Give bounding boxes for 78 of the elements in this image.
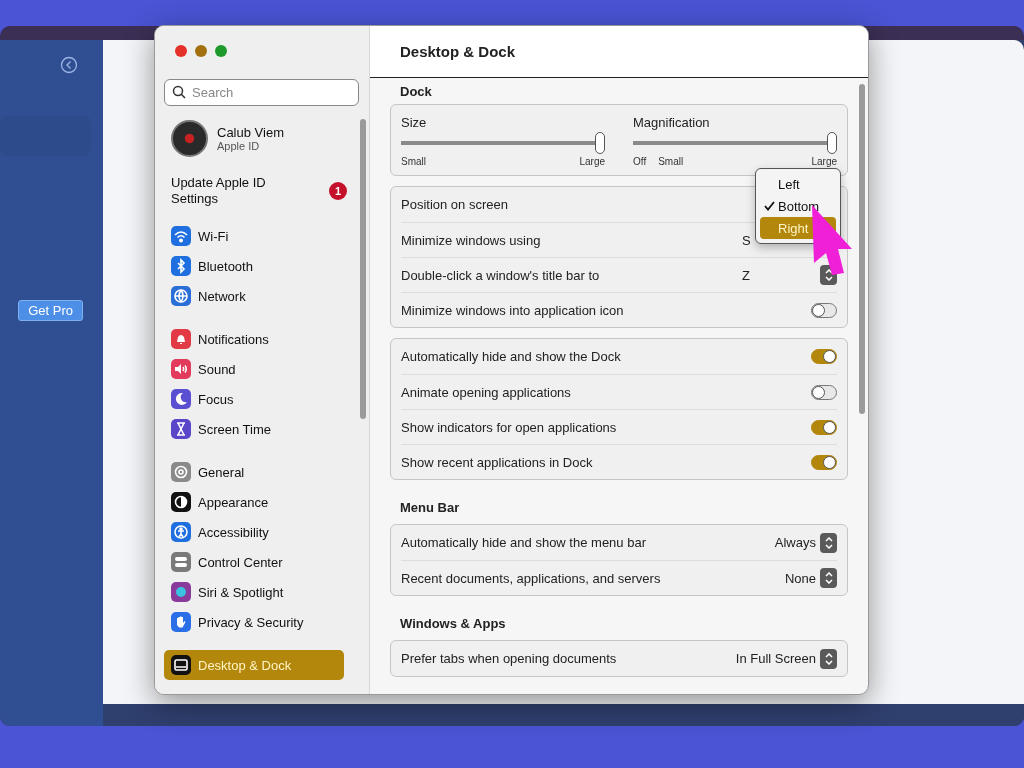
zoom-button[interactable] (215, 45, 227, 57)
slider-thumb[interactable] (595, 132, 605, 154)
section-title: Dock (400, 82, 433, 101)
setting-label: Prefer tabs when opening documents (401, 651, 617, 666)
sidebar-item[interactable]: Screen Time (164, 414, 344, 444)
window-title: Desktop & Dock (400, 43, 516, 60)
sidebar-item[interactable]: Accessibility (164, 517, 344, 547)
toggle-switch[interactable] (811, 302, 837, 318)
minimize-button[interactable] (195, 45, 207, 57)
close-button[interactable] (175, 45, 187, 57)
setting-label: Automatically hide and show the menu bar (401, 535, 646, 550)
popup-value[interactable]: None (784, 570, 816, 586)
setting-label: Show recent applications in Dock (401, 454, 593, 470)
back-icon[interactable] (60, 56, 78, 74)
tick-label: Small (401, 156, 426, 167)
notification-badge: 1 (329, 182, 347, 200)
slider-thumb[interactable] (827, 132, 837, 154)
stepper-icon[interactable] (820, 648, 837, 669)
sidebar-item[interactable]: Bluetooth (164, 251, 344, 281)
switches-icon (171, 552, 191, 572)
section-title: Windows & Apps (400, 614, 507, 633)
gear-icon (171, 462, 191, 482)
setting-label: Double-click a window's title bar to (401, 267, 600, 283)
setting-label: Minimize windows using (401, 232, 541, 248)
setting-label: Recent documents, applications, and servers (401, 570, 661, 586)
sidebar-item[interactable]: Focus (164, 384, 344, 414)
stepper-icon[interactable] (820, 532, 837, 553)
avatar[interactable] (171, 120, 208, 157)
popup-value[interactable]: Z (742, 267, 816, 283)
accessibility-icon (171, 522, 191, 542)
popup-value[interactable]: In Full Screen (735, 651, 816, 666)
scrollbar-thumb[interactable] (859, 84, 865, 414)
setting-label: Animate opening applications (401, 384, 571, 400)
sidebar-item[interactable]: Sound (164, 354, 344, 384)
tick-label: Large (811, 156, 837, 167)
bluetooth-icon (171, 256, 191, 276)
setting-label: Show indicators for open applications (401, 419, 617, 435)
sidebar-item[interactable]: General (164, 457, 344, 487)
account-subtitle: Apple ID (217, 140, 261, 152)
orb-icon (171, 582, 191, 602)
wifi-icon (171, 226, 191, 246)
slider-label: Magnification (633, 115, 711, 130)
sidebar-item[interactable]: Notifications (164, 324, 344, 354)
contrast-icon (171, 492, 191, 512)
tick-label: Large (579, 156, 605, 167)
globe-icon (171, 286, 191, 306)
popup-value[interactable]: Always (774, 535, 816, 550)
toggle-switch[interactable] (811, 384, 837, 400)
toggle-switch[interactable] (811, 349, 837, 364)
sidebar-item[interactable]: Control Center (164, 547, 344, 577)
setting-label: Minimize windows into application icon (401, 302, 624, 318)
scrollbar-thumb[interactable] (360, 119, 366, 419)
sidebar-item[interactable]: Appearance (164, 487, 344, 517)
setting-label: Position on screen (401, 197, 508, 212)
menu-item[interactable]: Left (760, 173, 836, 195)
search-icon (172, 85, 186, 99)
stepper-icon[interactable] (820, 568, 837, 588)
sidebar-item[interactable]: Wi-Fi (164, 221, 344, 251)
menu-item[interactable]: Bottom (760, 195, 836, 217)
toggle-switch[interactable] (811, 419, 837, 435)
hourglass-icon (171, 419, 191, 439)
sidebar-item[interactable]: Siri & Spotlight (164, 577, 344, 607)
setting-label: Automatically hide and show the Dock (401, 349, 621, 364)
speaker-icon (171, 359, 191, 379)
update-notice[interactable]: Update Apple ID Settings (171, 175, 291, 207)
moon-icon (171, 389, 191, 409)
sidebar-item[interactable]: Network (164, 281, 344, 311)
sidebar-item[interactable]: Privacy & Security (164, 607, 344, 637)
hand-icon (171, 612, 191, 632)
tick-label: Small (658, 156, 684, 167)
slider-label: Size (401, 115, 428, 130)
account-name: Calub Viem (217, 125, 284, 140)
section-title: Menu Bar (400, 498, 461, 517)
toggle-switch[interactable] (811, 454, 837, 470)
display-icon (171, 655, 191, 675)
search-field[interactable]: Search (164, 79, 359, 106)
tick-label: Off (633, 156, 647, 167)
bell-icon (171, 329, 191, 349)
